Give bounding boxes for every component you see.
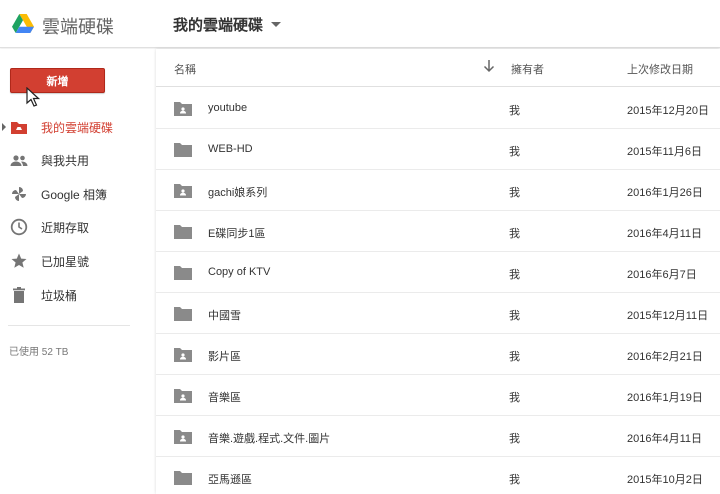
column-header-modified[interactable]: 上次修改日期 bbox=[627, 61, 693, 77]
file-list: 名稱 擁有者 上次修改日期 youtube 我 2015年12月20日 WEB-… bbox=[156, 49, 720, 494]
file-modified-date: 2016年4月11日 bbox=[627, 433, 703, 445]
shared-folder-icon bbox=[174, 102, 192, 116]
table-row[interactable]: 音樂.遊戲.程式.文件.圖片 我 2016年4月11日 bbox=[156, 416, 720, 457]
sidebar-item-label: 近期存取 bbox=[41, 220, 90, 235]
file-owner: 我 bbox=[509, 474, 520, 486]
file-modified-date: 2015年12月20日 bbox=[627, 105, 709, 117]
file-name: 音樂區 bbox=[208, 392, 241, 404]
breadcrumb-label: 我的雲端硬碟 bbox=[173, 17, 264, 34]
trash-icon bbox=[13, 287, 25, 303]
file-owner: 我 bbox=[509, 433, 520, 445]
table-row[interactable]: 音樂區 我 2016年1月19日 bbox=[156, 375, 720, 416]
sidebar: 新增 我的雲端硬碟 與我共用 Google 相簿 近期存取 已加星號 垃圾桶 已… bbox=[0, 49, 156, 494]
breadcrumb-my-drive[interactable]: 我的雲端硬碟 bbox=[173, 14, 282, 35]
file-owner: 我 bbox=[509, 146, 520, 158]
column-header-row: 名稱 擁有者 上次修改日期 bbox=[156, 49, 720, 87]
shared-folder-icon bbox=[174, 184, 192, 198]
app-title[interactable]: 雲端硬碟 bbox=[42, 13, 114, 39]
file-modified-date: 2015年10月2日 bbox=[627, 474, 703, 486]
clock-icon bbox=[10, 218, 28, 236]
file-name: Copy of KTV bbox=[208, 266, 271, 278]
file-modified-date: 2015年12月11日 bbox=[627, 310, 709, 322]
file-name: 中國雪 bbox=[208, 310, 241, 322]
file-owner: 我 bbox=[509, 269, 520, 281]
drive-logo-icon[interactable] bbox=[12, 14, 34, 33]
file-owner: 我 bbox=[509, 105, 520, 117]
sidebar-item-label: 已加星號 bbox=[41, 254, 90, 269]
file-modified-date: 2016年6月7日 bbox=[627, 269, 697, 281]
column-header-owner[interactable]: 擁有者 bbox=[511, 61, 544, 77]
active-indicator-icon bbox=[2, 123, 6, 131]
file-name: youtube bbox=[208, 102, 248, 114]
file-owner: 我 bbox=[509, 310, 520, 322]
file-modified-date: 2015年11月6日 bbox=[627, 146, 703, 158]
sidebar-item-my-drive[interactable]: 我的雲端硬碟 bbox=[0, 113, 156, 141]
sidebar-item-recent[interactable]: 近期存取 bbox=[0, 213, 156, 241]
sidebar-item-trash[interactable]: 垃圾桶 bbox=[0, 281, 156, 309]
star-icon bbox=[11, 253, 27, 268]
new-button[interactable]: 新增 bbox=[10, 68, 105, 93]
sidebar-item-google-photos[interactable]: Google 相簿 bbox=[0, 180, 156, 208]
file-name: 影片區 bbox=[208, 351, 241, 363]
folder-icon bbox=[174, 307, 192, 321]
table-row[interactable]: 中國雪 我 2015年12月11日 bbox=[156, 293, 720, 334]
table-row[interactable]: 影片區 我 2016年2月21日 bbox=[156, 334, 720, 375]
file-modified-date: 2016年1月19日 bbox=[627, 392, 703, 404]
table-row[interactable]: E碟同步1區 我 2016年4月11日 bbox=[156, 211, 720, 252]
drive-folder-icon bbox=[11, 122, 27, 134]
column-header-name[interactable]: 名稱 bbox=[174, 61, 196, 77]
shared-folder-icon bbox=[174, 348, 192, 362]
sidebar-item-label: 垃圾桶 bbox=[41, 288, 78, 303]
file-owner: 我 bbox=[509, 392, 520, 404]
file-modified-date: 2016年2月21日 bbox=[627, 351, 703, 363]
sidebar-item-starred[interactable]: 已加星號 bbox=[0, 247, 156, 275]
pinwheel-icon bbox=[12, 187, 26, 201]
shared-folder-icon bbox=[174, 430, 192, 444]
chevron-down-icon bbox=[271, 22, 282, 27]
sidebar-divider bbox=[8, 325, 130, 326]
sort-down-arrow-icon[interactable] bbox=[483, 59, 495, 73]
file-name: 亞馬遜區 bbox=[208, 474, 252, 486]
file-name: gachi娘系列 bbox=[208, 187, 268, 199]
people-icon bbox=[10, 155, 28, 166]
sidebar-item-shared-with-me[interactable]: 與我共用 bbox=[0, 146, 156, 174]
file-owner: 我 bbox=[509, 351, 520, 363]
mouse-pointer-icon bbox=[26, 87, 40, 107]
sidebar-item-label: Google 相簿 bbox=[41, 187, 108, 202]
storage-usage[interactable]: 已使用 52 TB bbox=[9, 343, 68, 358]
file-name: 音樂.遊戲.程式.文件.圖片 bbox=[208, 433, 331, 445]
table-row[interactable]: WEB-HD 我 2015年11月6日 bbox=[156, 129, 720, 170]
folder-icon bbox=[174, 225, 192, 239]
folder-icon bbox=[174, 143, 192, 157]
table-row[interactable]: 亞馬遜區 我 2015年10月2日 bbox=[156, 457, 720, 494]
file-modified-date: 2016年4月11日 bbox=[627, 228, 703, 240]
folder-icon bbox=[174, 471, 192, 485]
file-modified-date: 2016年1月26日 bbox=[627, 187, 703, 199]
table-row[interactable]: Copy of KTV 我 2016年6月7日 bbox=[156, 252, 720, 293]
shared-folder-icon bbox=[174, 389, 192, 403]
sidebar-item-label: 與我共用 bbox=[41, 153, 90, 168]
table-row[interactable]: gachi娘系列 我 2016年1月26日 bbox=[156, 170, 720, 211]
sidebar-item-label: 我的雲端硬碟 bbox=[41, 120, 114, 135]
top-header: 雲端硬碟 我的雲端硬碟 bbox=[0, 0, 720, 48]
file-owner: 我 bbox=[509, 228, 520, 240]
folder-icon bbox=[174, 266, 192, 280]
table-row[interactable]: youtube 我 2015年12月20日 bbox=[156, 88, 720, 129]
file-owner: 我 bbox=[509, 187, 520, 199]
file-name: E碟同步1區 bbox=[208, 228, 266, 240]
file-name: WEB-HD bbox=[208, 143, 253, 155]
